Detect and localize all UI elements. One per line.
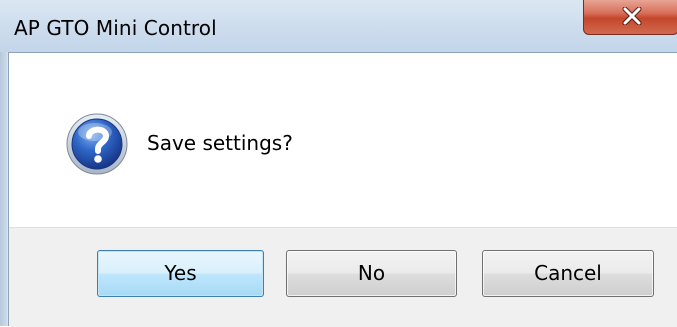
window-frame [0,52,7,326]
close-button[interactable] [583,0,677,35]
cancel-button[interactable]: Cancel [482,250,654,297]
message-text: Save settings? [147,131,293,155]
yes-button[interactable]: Yes [97,250,264,297]
dialog-window: AP GTO Mini Control Save settings? Yes N… [0,0,677,327]
window-title: AP GTO Mini Control [14,16,217,40]
title-bar[interactable]: AP GTO Mini Control [0,0,677,52]
question-icon [66,113,128,175]
no-button[interactable]: No [286,250,457,297]
close-x-icon [622,7,642,25]
message-area: Save settings? [9,53,677,227]
